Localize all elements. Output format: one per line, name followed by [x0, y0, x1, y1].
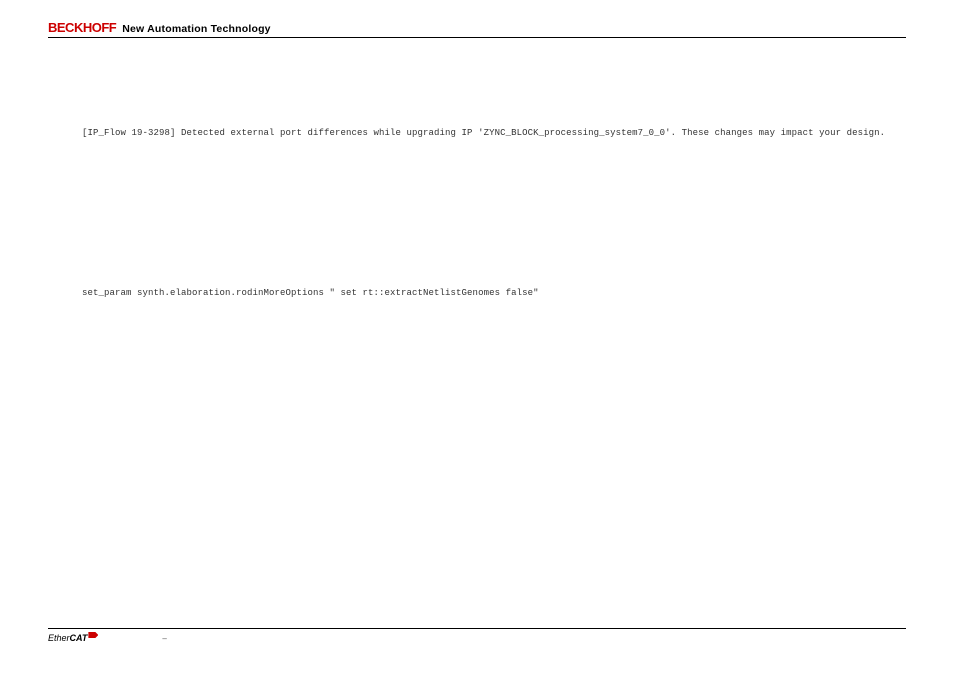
ethercat-logo-part1: Ether: [48, 633, 70, 643]
command-set-param: set_param synth.elaboration.rodinMoreOpt…: [82, 288, 896, 298]
page-number-marker: –: [162, 634, 166, 643]
ethercat-logo: EtherCAT: [48, 633, 98, 643]
brand-tagline: New Automation Technology: [122, 23, 271, 35]
ethercat-logo-part2: CAT: [70, 633, 88, 643]
page-header: BECKHOFF New Automation Technology: [48, 20, 906, 38]
message-ip-flow: [IP_Flow 19-3298] Detected external port…: [82, 128, 896, 138]
page-footer: EtherCAT –: [48, 628, 906, 643]
ethercat-arrow-icon: [88, 632, 98, 638]
document-content: [IP_Flow 19-3298] Detected external port…: [48, 38, 906, 298]
brand-logo: BECKHOFF: [48, 20, 116, 35]
